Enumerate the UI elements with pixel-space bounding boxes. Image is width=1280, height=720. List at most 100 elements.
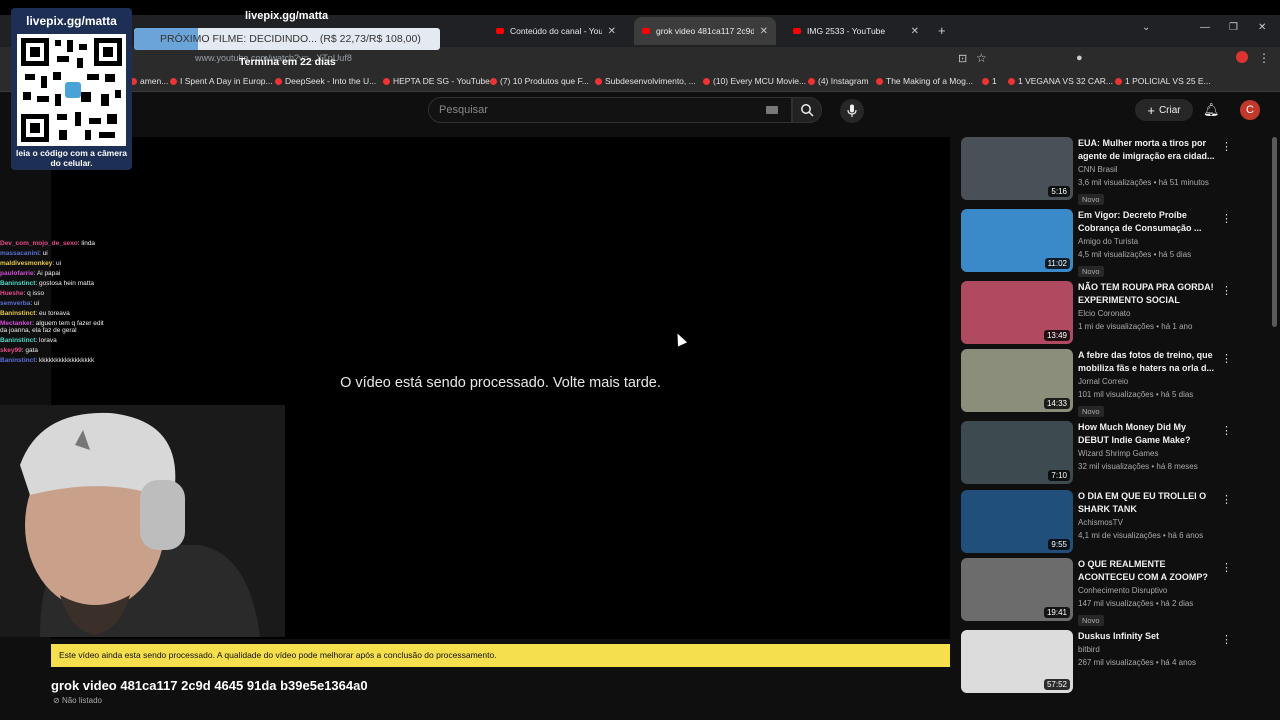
adblock-icon[interactable]	[1236, 51, 1248, 63]
visibility-label: ⊘ Não listado	[53, 696, 102, 705]
recommended-video[interactable]: 7:10 How Much Money Did My DEBUT Indie G…	[961, 421, 1261, 485]
recommended-video[interactable]: 11:02 Em Vigor: Decreto Proíbe Cobrança …	[961, 209, 1261, 277]
favicon-icon	[1115, 77, 1122, 85]
close-tab-icon[interactable]: ✕	[608, 26, 616, 37]
chat-text: Ai papai	[36, 270, 61, 277]
more-options-icon[interactable]: ⋮	[1221, 424, 1232, 437]
video-title-link[interactable]: Duskus Infinity Set	[1078, 630, 1218, 643]
video-thumbnail[interactable]: 9:55	[961, 490, 1073, 553]
bookmark-label: I Spent A Day in Europ...	[180, 76, 273, 86]
video-title-link[interactable]: O DIA EM QUE EU TROLLEI O SHARK TANK	[1078, 490, 1218, 516]
browser-tab[interactable]: Conteúdo do canal - YouTube S ✕	[488, 17, 624, 45]
video-thumbnail[interactable]: 13:49	[961, 281, 1073, 344]
more-options-icon[interactable]: ⋮	[1221, 561, 1232, 574]
browser-tab[interactable]: IMG 2533 - YouTube ✕	[785, 17, 927, 45]
more-options-icon[interactable]: ⋮	[1221, 140, 1232, 153]
bookmark-item[interactable]: (4) Instagram	[808, 76, 869, 86]
video-thumbnail[interactable]: 11:02	[961, 209, 1073, 272]
bookmarks-bar: amen... I Spent A Day in Europ... DeepSeek…	[0, 71, 1280, 92]
bookmark-star-icon[interactable]: ☆	[976, 51, 987, 65]
favicon-icon	[170, 77, 177, 85]
video-title-link[interactable]: Em Vigor: Decreto Proíbe Cobrança de Con…	[1078, 209, 1218, 235]
tab-search-icon[interactable]: ⌄	[1142, 22, 1150, 33]
qr-caption: leia o código com a câmera do celular.	[15, 148, 127, 168]
close-tab-icon[interactable]: ✕	[760, 26, 768, 37]
bookmark-item[interactable]: HEPTA DE SG - YouTube	[383, 76, 490, 86]
search-input[interactable]: Pesquisar	[428, 97, 792, 123]
install-icon[interactable]: ⊡	[958, 52, 967, 65]
more-options-icon[interactable]: ⋮	[1221, 212, 1232, 225]
recommended-video[interactable]: 57:52 Duskus Infinity Set bitbird 267 mi…	[961, 630, 1261, 694]
video-title-link[interactable]: How Much Money Did My DEBUT Indie Game M…	[1078, 421, 1218, 447]
scrollbar[interactable]	[1272, 137, 1277, 327]
channel-name[interactable]: Amigo do Turista	[1078, 235, 1218, 248]
recommended-video[interactable]: 14:33 A febre das fotos de treino, que m…	[961, 349, 1261, 417]
notifications-bell-icon[interactable]: 🔔︎	[1203, 102, 1220, 118]
bookmark-item[interactable]: The Making of a Mog...	[876, 76, 973, 86]
channel-name[interactable]: CNN Brasil	[1078, 163, 1218, 176]
more-options-icon[interactable]: ⋮	[1221, 493, 1232, 506]
extension-icon[interactable]: ●	[1076, 52, 1083, 64]
channel-name[interactable]: Conhecimento Disruptivo	[1078, 584, 1218, 597]
title-strip	[0, 0, 1280, 15]
search-button[interactable]	[792, 97, 822, 123]
video-title-link[interactable]: A febre das fotos de treino, que mobiliz…	[1078, 349, 1218, 375]
recommended-video[interactable]: 9:55 O DIA EM QUE EU TROLLEI O SHARK TAN…	[961, 490, 1261, 554]
channel-name[interactable]: Jornal Correio	[1078, 375, 1218, 388]
browser-tab[interactable]: grok video 481ca117 2c9d 4645 ✕	[634, 17, 776, 45]
webcam-feed	[0, 405, 285, 637]
more-options-icon[interactable]: ⋮	[1221, 284, 1232, 297]
bookmark-item[interactable]: I Spent A Day in Europ...	[170, 76, 273, 86]
video-title-link[interactable]: O QUE REALMENTE ACONTECEU COM A ZOOMP?	[1078, 558, 1218, 584]
minimize-icon[interactable]: —	[1200, 22, 1210, 33]
recommended-video[interactable]: 19:41 O QUE REALMENTE ACONTECEU COM A ZO…	[961, 558, 1261, 626]
chat-text: ui	[42, 250, 48, 257]
more-options-icon[interactable]: ⋮	[1221, 352, 1232, 365]
new-badge: Novo	[1078, 406, 1104, 417]
bookmark-label: 1 VEGANA VS 32 CAR...	[1018, 76, 1113, 86]
more-options-icon[interactable]: ⋮	[1221, 633, 1232, 646]
chat-text: q isso	[27, 290, 45, 297]
address-bar[interactable]	[0, 47, 1280, 71]
recommended-video[interactable]: 5:16 EUA: Mulher morta a tiros por agent…	[961, 137, 1261, 205]
channel-name[interactable]: Elcio Coronato	[1078, 307, 1218, 320]
recommended-video[interactable]: 13:49 NÃO TEM ROUPA PRA GORDA! EXPERIMEN…	[961, 281, 1261, 345]
browser-menu-icon[interactable]: ⋮	[1258, 51, 1270, 65]
avatar[interactable]: C	[1240, 100, 1260, 120]
stream-chat: Dev_com_mojo_de_sexo: linda massacanini: …	[0, 240, 110, 367]
bookmark-item[interactable]: (7) 10 Produtos que F...	[490, 76, 589, 86]
create-label: Criar	[1158, 104, 1181, 116]
bookmark-label: Subdesenvolvimento, ...	[605, 76, 696, 86]
keyboard-icon[interactable]	[766, 106, 778, 114]
new-tab-icon[interactable]: +	[938, 23, 946, 38]
channel-name[interactable]: AchismosTV	[1078, 516, 1218, 529]
video-stats: 32 mil visualizações • há 8 meses	[1078, 462, 1198, 471]
bookmark-item[interactable]: amen...	[130, 76, 168, 86]
create-button[interactable]: + Criar	[1135, 99, 1193, 121]
video-title: grok video 481ca117 2c9d 4645 91da b39e5…	[51, 678, 368, 693]
bookmark-item[interactable]: (10) Every MCU Movie...	[703, 76, 806, 86]
video-thumbnail[interactable]: 14:33	[961, 349, 1073, 412]
bookmark-item[interactable]: 1 VEGANA VS 32 CAR...	[1008, 76, 1113, 86]
maximize-icon[interactable]: ❐	[1229, 22, 1238, 33]
video-title-link[interactable]: NÃO TEM ROUPA PRA GORDA! EXPERIMENTO SOC…	[1078, 281, 1218, 307]
bookmark-item[interactable]: DeepSeek - Into the U...	[275, 76, 376, 86]
close-tab-icon[interactable]: ✕	[911, 26, 919, 37]
voice-search-button[interactable]	[840, 99, 864, 123]
video-title-link[interactable]: EUA: Mulher morta a tiros por agente de …	[1078, 137, 1218, 163]
video-thumbnail[interactable]: 19:41	[961, 558, 1073, 621]
processing-banner: Este vídeo ainda esta sendo processado. …	[51, 644, 950, 667]
video-thumbnail[interactable]: 7:10	[961, 421, 1073, 484]
video-thumbnail[interactable]: 5:16	[961, 137, 1073, 200]
bookmark-item[interactable]: Subdesenvolvimento, ...	[595, 76, 696, 86]
channel-name[interactable]: Wizard Shrimp Games	[1078, 447, 1218, 460]
close-window-icon[interactable]: ✕	[1258, 22, 1266, 33]
favicon-icon	[595, 77, 602, 85]
processing-message: O vídeo está sendo processado. Volte mai…	[340, 375, 661, 391]
bookmark-label: The Making of a Mog...	[886, 76, 973, 86]
channel-name[interactable]: bitbird	[1078, 643, 1218, 656]
bookmark-item[interactable]: 1 POLICIAL VS 25 E...	[1115, 76, 1211, 86]
bookmark-item[interactable]: 1	[982, 76, 997, 86]
video-meta: EUA: Mulher morta a tiros por agente de …	[1078, 137, 1218, 207]
video-thumbnail[interactable]: 57:52	[961, 630, 1073, 693]
